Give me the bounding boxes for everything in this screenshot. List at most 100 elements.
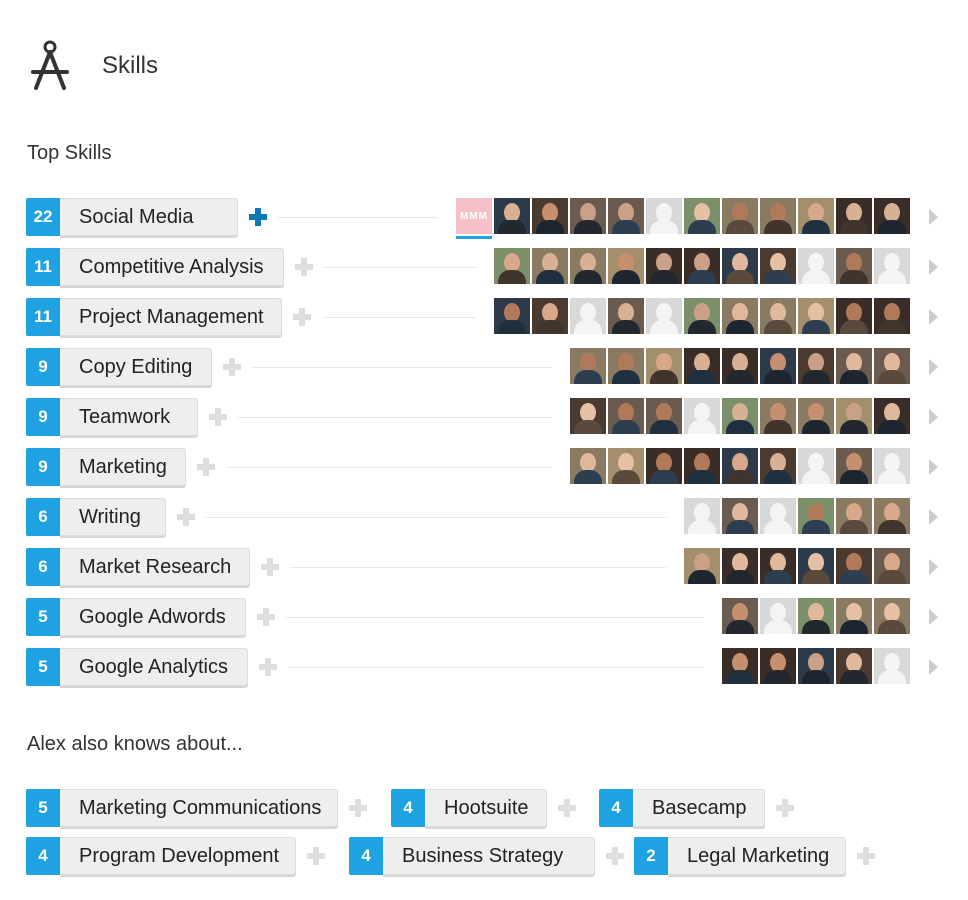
avatar[interactable] bbox=[798, 398, 834, 434]
endorsement-count[interactable]: 4 bbox=[26, 837, 60, 875]
avatar[interactable] bbox=[494, 248, 530, 284]
skill-name[interactable]: Writing bbox=[60, 498, 166, 536]
avatar[interactable] bbox=[684, 548, 720, 584]
avatar[interactable] bbox=[874, 298, 910, 334]
skill-name[interactable]: Legal Marketing bbox=[668, 837, 846, 875]
avatar[interactable] bbox=[874, 198, 910, 234]
avatar[interactable] bbox=[798, 448, 834, 484]
avatar[interactable] bbox=[684, 298, 720, 334]
endorsement-count[interactable]: 5 bbox=[26, 789, 60, 827]
avatar[interactable] bbox=[798, 248, 834, 284]
avatar[interactable] bbox=[760, 498, 796, 534]
avatar[interactable] bbox=[570, 298, 606, 334]
avatar[interactable] bbox=[570, 348, 606, 384]
avatar[interactable] bbox=[532, 298, 568, 334]
avatar[interactable] bbox=[798, 648, 834, 684]
avatar[interactable] bbox=[798, 348, 834, 384]
skill-name[interactable]: Social Media bbox=[60, 198, 238, 236]
endorsement-count[interactable]: 9 bbox=[26, 348, 60, 386]
avatar[interactable] bbox=[684, 198, 720, 234]
chevron-right-icon[interactable] bbox=[929, 409, 938, 425]
endorsement-count[interactable]: 4 bbox=[391, 789, 425, 827]
avatar[interactable] bbox=[874, 598, 910, 634]
skill-name[interactable]: Marketing bbox=[60, 448, 186, 486]
endorse-plus-icon[interactable] bbox=[775, 798, 795, 818]
avatar[interactable] bbox=[874, 648, 910, 684]
endorsement-count[interactable]: 5 bbox=[26, 598, 60, 636]
avatar[interactable] bbox=[760, 598, 796, 634]
endorsement-count[interactable]: 9 bbox=[26, 398, 60, 436]
avatar[interactable] bbox=[722, 348, 758, 384]
chevron-right-icon[interactable] bbox=[929, 209, 938, 225]
avatar[interactable] bbox=[646, 198, 682, 234]
endorse-plus-icon[interactable] bbox=[605, 846, 625, 866]
avatar[interactable] bbox=[722, 398, 758, 434]
avatar[interactable] bbox=[722, 548, 758, 584]
endorse-plus-icon[interactable] bbox=[294, 257, 314, 277]
avatar[interactable] bbox=[836, 298, 872, 334]
chevron-right-icon[interactable] bbox=[929, 309, 938, 325]
avatar[interactable] bbox=[494, 198, 530, 234]
endorse-plus-icon[interactable] bbox=[176, 507, 196, 527]
avatar[interactable] bbox=[722, 598, 758, 634]
chevron-right-icon[interactable] bbox=[929, 459, 938, 475]
endorse-plus-icon[interactable] bbox=[292, 307, 312, 327]
avatar[interactable] bbox=[836, 548, 872, 584]
avatar[interactable] bbox=[722, 498, 758, 534]
avatar[interactable] bbox=[608, 448, 644, 484]
avatar[interactable] bbox=[836, 348, 872, 384]
avatar[interactable] bbox=[874, 248, 910, 284]
skill-name[interactable]: Teamwork bbox=[60, 398, 198, 436]
skill-name[interactable]: Copy Editing bbox=[60, 348, 212, 386]
avatar[interactable] bbox=[836, 248, 872, 284]
chevron-right-icon[interactable] bbox=[929, 559, 938, 575]
avatar[interactable] bbox=[760, 648, 796, 684]
endorsement-count[interactable]: 6 bbox=[26, 498, 60, 536]
avatar[interactable] bbox=[646, 348, 682, 384]
avatar[interactable] bbox=[646, 398, 682, 434]
avatar[interactable] bbox=[798, 598, 834, 634]
avatar[interactable] bbox=[532, 248, 568, 284]
avatar[interactable] bbox=[874, 348, 910, 384]
skill-name[interactable]: Program Development bbox=[60, 837, 296, 875]
avatar[interactable] bbox=[798, 198, 834, 234]
endorse-plus-icon[interactable] bbox=[256, 607, 276, 627]
endorse-plus-icon[interactable] bbox=[557, 798, 577, 818]
avatar[interactable] bbox=[608, 298, 644, 334]
avatar[interactable] bbox=[836, 398, 872, 434]
avatar[interactable] bbox=[722, 248, 758, 284]
skill-name[interactable]: Market Research bbox=[60, 548, 250, 586]
avatar[interactable] bbox=[798, 298, 834, 334]
avatar[interactable] bbox=[684, 448, 720, 484]
avatar[interactable] bbox=[760, 298, 796, 334]
endorsement-count[interactable]: 4 bbox=[349, 837, 383, 875]
skill-name[interactable]: Business Strategy bbox=[383, 837, 595, 875]
skill-name[interactable]: Marketing Communications bbox=[60, 789, 338, 827]
endorse-plus-icon[interactable] bbox=[856, 846, 876, 866]
avatar[interactable] bbox=[874, 398, 910, 434]
endorsement-count[interactable]: 2 bbox=[634, 837, 668, 875]
avatar[interactable] bbox=[684, 348, 720, 384]
endorsement-count[interactable]: 6 bbox=[26, 548, 60, 586]
endorse-plus-icon[interactable] bbox=[222, 357, 242, 377]
avatar[interactable] bbox=[570, 198, 606, 234]
skill-name[interactable]: Hootsuite bbox=[425, 789, 547, 827]
avatar[interactable] bbox=[722, 298, 758, 334]
avatar[interactable] bbox=[874, 548, 910, 584]
avatar[interactable] bbox=[722, 198, 758, 234]
avatar[interactable] bbox=[836, 448, 872, 484]
avatar[interactable] bbox=[760, 348, 796, 384]
endorsement-count[interactable]: 4 bbox=[599, 789, 633, 827]
avatar[interactable] bbox=[570, 398, 606, 434]
avatar[interactable] bbox=[608, 198, 644, 234]
skill-name[interactable]: Basecamp bbox=[633, 789, 765, 827]
avatar[interactable] bbox=[684, 498, 720, 534]
avatar[interactable] bbox=[798, 548, 834, 584]
avatar[interactable] bbox=[760, 198, 796, 234]
avatar[interactable] bbox=[760, 398, 796, 434]
avatar[interactable] bbox=[836, 198, 872, 234]
endorsement-count[interactable]: 22 bbox=[26, 198, 60, 236]
endorse-plus-icon[interactable] bbox=[196, 457, 216, 477]
avatar[interactable] bbox=[608, 348, 644, 384]
avatar[interactable] bbox=[722, 648, 758, 684]
